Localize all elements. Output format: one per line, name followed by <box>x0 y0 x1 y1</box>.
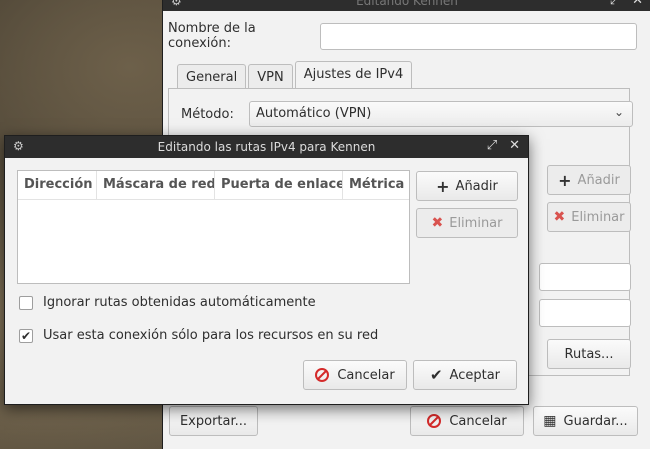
ignore-routes-row[interactable]: Ignorar rutas obtenidas automáticamente <box>19 295 316 310</box>
x-icon: ✖ <box>431 215 444 231</box>
plus-icon: + <box>558 170 572 190</box>
connection-name-row: Nombre de la conexión: <box>168 21 637 51</box>
ipv4-routes-dialog: ⚙ Editando las rutas IPv4 para Kennen ⤢ … <box>4 135 529 405</box>
plus-icon: + <box>436 176 450 196</box>
dialog-titlebar: ⚙ Editando las rutas IPv4 para Kennen ⤢ … <box>5 136 528 158</box>
export-button[interactable]: Exportar... <box>169 406 258 436</box>
main-cancel-button[interactable]: Cancelar <box>410 406 524 436</box>
ignore-routes-label: Ignorar rutas obtenidas automáticamente <box>43 295 316 310</box>
routes-table[interactable]: Dirección Máscara de red Puerta de enlac… <box>17 170 410 284</box>
column-metric[interactable]: Métrica <box>343 171 409 199</box>
dialog-cancel-label: Cancelar <box>337 367 395 383</box>
tab-ipv4-settings[interactable]: Ajustes de IPv4 <box>294 61 413 90</box>
dialog-remove-label: Eliminar <box>449 215 503 231</box>
cancel-icon <box>315 368 330 382</box>
method-row: Método: Automático (VPN) ⌄ <box>181 101 633 127</box>
connection-name-input[interactable] <box>320 22 637 50</box>
dialog-remove-button[interactable]: ✖ Eliminar <box>416 208 518 238</box>
main-remove-button[interactable]: ✖ Eliminar <box>547 202 631 232</box>
method-label: Método: <box>181 106 234 122</box>
main-remove-label: Eliminar <box>571 209 625 225</box>
checkmark-icon: ✔ <box>429 366 443 384</box>
main-window-title: Editando Kennen <box>356 0 458 8</box>
column-address[interactable]: Dirección <box>18 171 97 199</box>
routes-button[interactable]: Rutas... <box>547 339 631 369</box>
close-icon[interactable]: ✕ <box>632 0 643 8</box>
connection-name-label: Nombre de la conexión: <box>168 21 256 51</box>
column-gateway[interactable]: Puerta de enlace <box>215 171 343 199</box>
tab-vpn[interactable]: VPN <box>248 64 293 90</box>
main-add-button[interactable]: + Añadir <box>547 165 631 195</box>
tab-general[interactable]: General <box>177 64 247 90</box>
x-icon: ✖ <box>553 209 566 225</box>
save-button[interactable]: ▦ Guardar... <box>533 406 638 436</box>
ignore-routes-checkbox[interactable] <box>19 295 33 310</box>
maximize-icon[interactable]: ⤢ <box>487 138 497 153</box>
only-resources-row[interactable]: ✔ Usar esta conexión sólo para los recur… <box>19 328 378 343</box>
column-netmask[interactable]: Máscara de red <box>97 171 215 199</box>
dialog-title: Editando las rutas IPv4 para Kennen <box>157 140 376 154</box>
dialog-add-button[interactable]: + Añadir <box>416 171 518 201</box>
cancel-icon <box>427 414 442 428</box>
accept-label: Aceptar <box>449 367 501 383</box>
only-resources-checkbox[interactable]: ✔ <box>19 328 33 343</box>
gear-icon[interactable]: ⚙ <box>171 0 182 8</box>
gear-icon[interactable]: ⚙ <box>13 139 24 153</box>
dialog-cancel-button[interactable]: Cancelar <box>303 360 407 390</box>
main-cancel-label: Cancelar <box>449 413 507 429</box>
main-add-label: Añadir <box>577 172 620 188</box>
chevron-down-icon: ⌄ <box>613 105 624 119</box>
close-icon[interactable]: ✕ <box>509 138 520 153</box>
maximize-icon[interactable]: ⤢ <box>610 0 620 8</box>
method-value: Automático (VPN) <box>256 106 372 121</box>
accept-button[interactable]: ✔ Aceptar <box>413 360 517 390</box>
calculator-icon: ▦ <box>543 413 557 429</box>
main-titlebar: ⚙ Editando Kennen ⤢ ✕ <box>163 0 650 11</box>
only-resources-label: Usar esta conexión sólo para los recurso… <box>43 328 379 343</box>
dns-servers-input[interactable] <box>539 263 631 291</box>
method-select[interactable]: Automático (VPN) ⌄ <box>249 101 633 127</box>
tab-bar: General VPN Ajustes de IPv4 <box>177 61 414 90</box>
routes-table-header: Dirección Máscara de red Puerta de enlac… <box>18 171 409 200</box>
search-domains-input[interactable] <box>539 299 631 327</box>
save-label: Guardar... <box>563 413 628 429</box>
dialog-add-label: Añadir <box>455 178 498 194</box>
